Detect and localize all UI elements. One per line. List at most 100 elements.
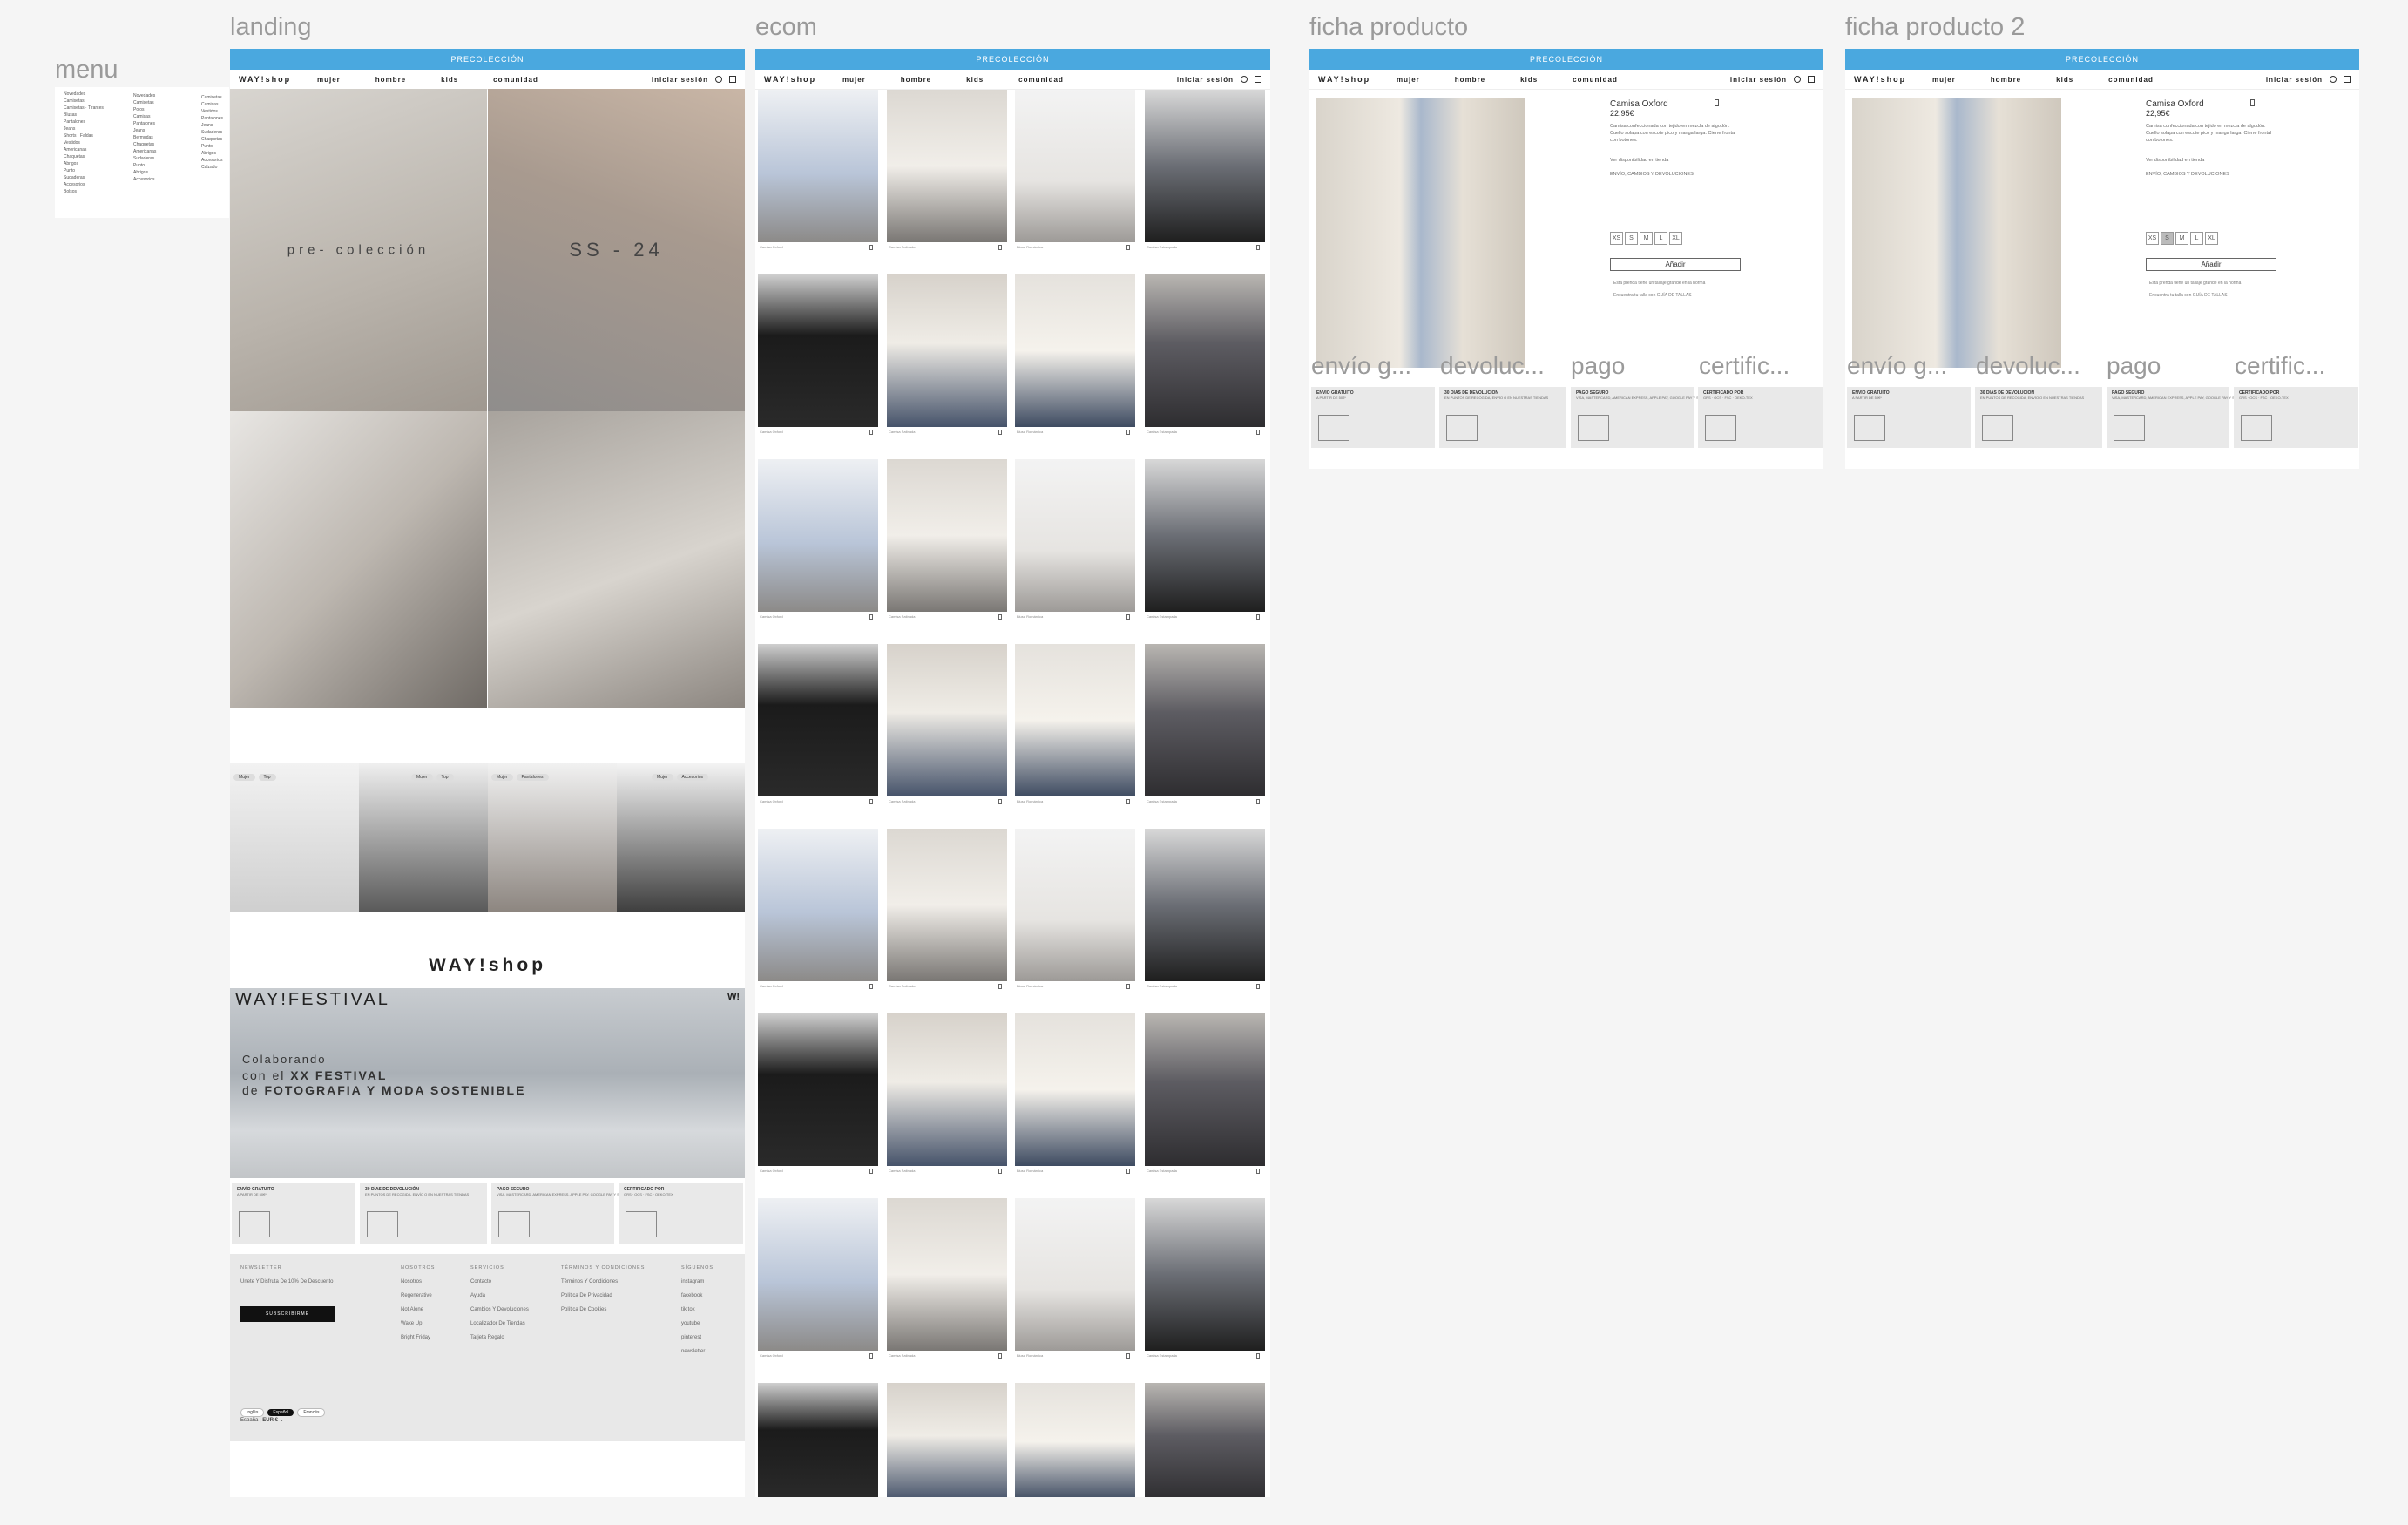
menu-item[interactable]: Chaquetas	[133, 141, 156, 148]
footer-link[interactable]: Wake Up	[401, 1317, 435, 1331]
footer-link[interactable]: newsletter	[681, 1345, 714, 1359]
chip-mujer[interactable]: Mujer	[411, 774, 433, 781]
menu-item[interactable]: Camisas	[201, 101, 223, 108]
size-s-selected[interactable]: S	[2161, 232, 2174, 245]
product-image[interactable]	[887, 644, 1007, 796]
search-icon[interactable]	[1794, 76, 1801, 83]
product-card[interactable]	[887, 1383, 1007, 1497]
bookmark-icon[interactable]	[1715, 99, 1719, 106]
product-card[interactable]: Blusa Romántica	[1015, 90, 1135, 260]
wayshop-logo[interactable]: WAY!shop	[230, 955, 745, 976]
product-image[interactable]	[758, 274, 878, 427]
feature-certificado[interactable]: CERTIFICADO POR GRS · OCS · FSC · OEKO-TE…	[2234, 387, 2358, 448]
product-card[interactable]: Blusa Romántica	[1015, 829, 1135, 999]
product-image[interactable]	[758, 459, 878, 612]
bookmark-icon[interactable]	[1256, 430, 1260, 435]
logo[interactable]: WAY!shop	[1318, 75, 1379, 84]
search-icon[interactable]	[1241, 76, 1248, 83]
product-card[interactable]: Camisa Oxford	[758, 1198, 878, 1368]
product-image[interactable]	[758, 90, 878, 242]
menu-item[interactable]: Punto	[201, 143, 223, 150]
feature-devolucion[interactable]: 30 DÍAS DE DEVOLUCIÓN EN PUNTOS DE RECOGI…	[1975, 387, 2102, 448]
product-image[interactable]	[1145, 274, 1265, 427]
bookmark-icon[interactable]	[1256, 245, 1260, 250]
footer-link[interactable]: Tarjeta Regalo	[470, 1331, 529, 1345]
product-image[interactable]	[1015, 1013, 1135, 1166]
footer-link[interactable]: Cambios Y Devoluciones	[470, 1303, 529, 1317]
product-card[interactable]	[758, 1383, 878, 1497]
product-image[interactable]	[1145, 459, 1265, 612]
footer-link[interactable]: tik tok	[681, 1303, 714, 1317]
bookmark-icon[interactable]	[869, 984, 873, 989]
size-m[interactable]: M	[1640, 232, 1653, 245]
product-card[interactable]: Camisa Satinada	[887, 1013, 1007, 1183]
menu-item[interactable]: Punto	[133, 162, 156, 169]
bookmark-icon[interactable]	[1256, 984, 1260, 989]
add-to-cart-button[interactable]: Añadir	[1610, 258, 1741, 271]
size-guide-link[interactable]: Encuentra tu talla con GUÍA DE TALLAS	[1613, 293, 1692, 298]
menu-item[interactable]: Vestidos	[201, 108, 223, 115]
product-card[interactable]: Camisa Satinada	[887, 459, 1007, 629]
feature-certificado[interactable]: CERTIFICADO POR GRS · OCS · FSC · OEKO-TE…	[619, 1183, 743, 1244]
product-card[interactable]: Camisa Estampada	[1145, 1198, 1265, 1368]
product-image[interactable]	[1015, 1383, 1135, 1497]
product-card[interactable]: Blusa Romántica	[1015, 644, 1135, 814]
bookmark-icon[interactable]	[998, 799, 1002, 804]
product-card[interactable]: Blusa Romántica	[1015, 459, 1135, 629]
menu-item[interactable]: Americanas	[64, 146, 104, 153]
size-xs[interactable]: XS	[1610, 232, 1623, 245]
bookmark-icon[interactable]	[1126, 799, 1130, 804]
bookmark-icon[interactable]	[1126, 245, 1130, 250]
bookmark-icon[interactable]	[1256, 1169, 1260, 1174]
chip-mujer[interactable]: Mujer	[652, 774, 673, 781]
product-image[interactable]	[758, 644, 878, 796]
search-icon[interactable]	[2330, 76, 2337, 83]
product-image[interactable]	[758, 1383, 878, 1497]
model-image-4[interactable]: Mujer Accesorios	[617, 763, 745, 912]
menu-item[interactable]: Jeans	[201, 122, 223, 129]
product-card[interactable]: Blusa Romántica	[1015, 1198, 1135, 1368]
menu-item[interactable]: Camisas	[133, 113, 156, 120]
chip-top[interactable]: Top	[258, 774, 276, 781]
menu-item[interactable]: Shorts · Faldas	[64, 132, 104, 139]
menu-item[interactable]: Novedades	[133, 92, 156, 99]
product-card[interactable]	[1015, 1383, 1135, 1497]
product-image[interactable]	[1145, 1383, 1265, 1497]
footer-link[interactable]: Contacto	[470, 1275, 529, 1289]
menu-item[interactable]: Abrigos	[133, 169, 156, 176]
product-image[interactable]	[1145, 1198, 1265, 1351]
footer-link[interactable]: Regenerative	[401, 1289, 435, 1303]
bookmark-icon[interactable]	[1256, 799, 1260, 804]
nav-link-hombre[interactable]: hombre	[1991, 76, 2021, 84]
menu-item[interactable]: Calzado	[201, 164, 223, 171]
bookmark-icon[interactable]	[998, 1353, 1002, 1359]
footer-link[interactable]: Política De Cookies	[561, 1303, 645, 1317]
footer-link[interactable]: Bright Friday	[401, 1331, 435, 1345]
size-l[interactable]: L	[1654, 232, 1667, 245]
menu-item[interactable]: Pantalones	[133, 120, 156, 127]
product-card[interactable]: Camisa Estampada	[1145, 90, 1265, 260]
store-availability-link[interactable]: Ver disponibilidad en tienda	[1610, 158, 1741, 163]
menu-item[interactable]: Accesorios	[64, 181, 104, 188]
promo-bar[interactable]: PRECOLECCIÓN	[1845, 49, 2359, 70]
menu-item[interactable]: Pantalones	[201, 115, 223, 122]
size-m[interactable]: M	[2175, 232, 2188, 245]
nav-link-hombre[interactable]: hombre	[1455, 76, 1485, 84]
product-card[interactable]: Camisa Oxford	[758, 829, 878, 999]
size-xl[interactable]: XL	[2205, 232, 2218, 245]
menu-item[interactable]: Punto	[64, 167, 104, 174]
footer-link[interactable]: facebook	[681, 1289, 714, 1303]
bookmark-icon[interactable]	[869, 799, 873, 804]
product-card[interactable]: Camisa Estampada	[1145, 829, 1265, 999]
lookbook-image-hat[interactable]	[230, 411, 487, 708]
menu-item[interactable]: Americanas	[133, 148, 156, 155]
bookmark-icon[interactable]	[1126, 430, 1130, 435]
menu-item[interactable]: Camisetas	[133, 99, 156, 106]
feature-pago[interactable]: PAGO SEGURO VISA, MASTERCARD, AMERICAN EX…	[1571, 387, 1714, 448]
menu-item[interactable]: Bolsos	[64, 188, 104, 195]
cart-icon[interactable]	[1808, 76, 1815, 83]
product-card[interactable]: Camisa Estampada	[1145, 1013, 1265, 1183]
product-image[interactable]	[1145, 829, 1265, 981]
lang-espanol[interactable]: Español	[267, 1409, 294, 1416]
bookmark-icon[interactable]	[869, 430, 873, 435]
